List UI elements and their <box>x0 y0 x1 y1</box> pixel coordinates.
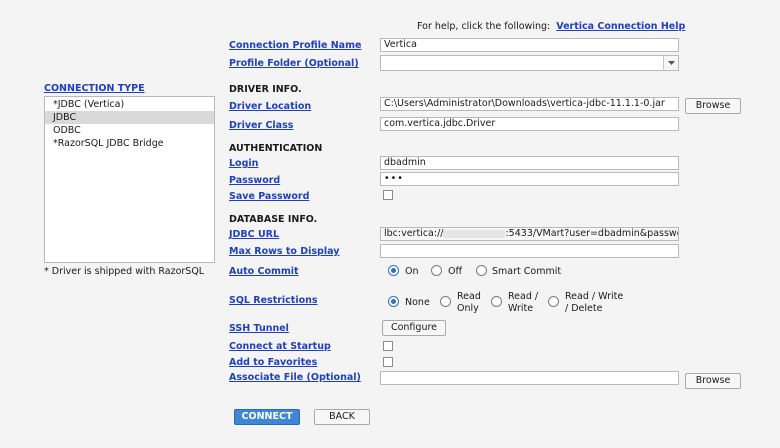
sql-restriction-read-only-radio[interactable] <box>440 296 451 307</box>
login-input[interactable]: dbadmin <box>380 156 679 170</box>
sql-restriction-none-label: None <box>405 297 430 308</box>
driver-footnote: * Driver is shipped with RazorSQL <box>44 266 205 277</box>
sql-restriction-read-only-line2: Only <box>457 303 479 314</box>
connect-startup-checkbox[interactable] <box>383 341 393 351</box>
sql-restriction-none-radio[interactable] <box>388 296 399 307</box>
chevron-down-icon <box>668 61 675 65</box>
auto-commit-label[interactable]: Auto Commit <box>229 266 299 277</box>
save-password-label[interactable]: Save Password <box>229 191 309 202</box>
max-rows-input[interactable] <box>380 244 679 258</box>
connect-button[interactable]: CONNECT <box>234 409 300 425</box>
connection-type-item[interactable]: JDBC <box>45 111 214 124</box>
sql-restriction-read-write-line2: Write <box>508 303 534 314</box>
profile-name-input[interactable]: Vertica <box>380 38 679 52</box>
database-info-heading: DATABASE INFO. <box>229 214 318 225</box>
connection-type-heading[interactable]: CONNECTION TYPE <box>44 83 145 94</box>
connect-startup-label[interactable]: Connect at Startup <box>229 341 331 352</box>
associate-browse-button[interactable]: Browse <box>685 373 741 389</box>
sql-restrictions-label[interactable]: SQL Restrictions <box>229 295 318 306</box>
sql-restriction-read-write-delete-radio[interactable] <box>548 296 559 307</box>
back-button[interactable]: BACK <box>314 409 370 425</box>
sql-restriction-read-write-radio[interactable] <box>491 296 502 307</box>
connection-type-item[interactable]: *JDBC (Vertica) <box>45 98 214 111</box>
driver-location-label[interactable]: Driver Location <box>229 101 311 112</box>
driver-class-input[interactable]: com.vertica.jdbc.Driver <box>380 117 679 131</box>
add-favorites-label[interactable]: Add to Favorites <box>229 357 317 368</box>
password-input[interactable]: ••• <box>380 172 679 186</box>
driver-class-label[interactable]: Driver Class <box>229 120 293 131</box>
driver-browse-button[interactable]: Browse <box>685 98 741 114</box>
auto-commit-smart-label: Smart Commit <box>492 266 562 277</box>
connection-type-list[interactable]: *JDBC (Vertica) JDBC ODBC *RazorSQL JDBC… <box>44 96 215 263</box>
connection-type-item[interactable]: ODBC <box>45 124 214 137</box>
password-label[interactable]: Password <box>229 175 280 186</box>
auto-commit-off-label: Off <box>448 266 463 277</box>
profile-name-label[interactable]: Connection Profile Name <box>229 40 361 51</box>
auto-commit-off-radio[interactable] <box>431 265 442 276</box>
sql-restriction-read-only-line1: Read <box>457 291 481 302</box>
jdbc-url-suffix: :5433/VMart?user=dbadmin&password= <box>505 228 678 239</box>
jdbc-url-input[interactable]: lbc:vertica:// :5433/VMart?user=dbadmin&p… <box>380 227 679 241</box>
authentication-heading: AUTHENTICATION <box>229 143 323 154</box>
auto-commit-on-label: On <box>405 266 419 277</box>
sql-restriction-rwd-line1: Read / Write <box>565 291 624 302</box>
redacted-host <box>443 229 506 238</box>
help-text: For help, click the following: Vertica C… <box>417 21 685 32</box>
sql-restriction-read-write-line1: Read / <box>508 291 539 302</box>
configure-button[interactable]: Configure <box>382 320 446 336</box>
jdbc-url-prefix: lbc:vertica:// <box>384 228 444 239</box>
driver-location-input[interactable]: C:\Users\Administrator\Downloads\vertica… <box>380 97 679 111</box>
sql-restriction-rwd-line2: / Delete <box>565 303 603 314</box>
profile-folder-label[interactable]: Profile Folder (Optional) <box>229 58 359 69</box>
driver-info-heading: DRIVER INFO. <box>229 84 302 95</box>
ssh-tunnel-label[interactable]: SSH Tunnel <box>229 323 289 334</box>
jdbc-url-label[interactable]: JDBC URL <box>229 229 279 240</box>
associate-file-label[interactable]: Associate File (Optional) <box>229 372 361 383</box>
add-favorites-checkbox[interactable] <box>383 357 393 367</box>
sql-restriction-read-write-label: Read / Write <box>508 291 538 315</box>
max-rows-label[interactable]: Max Rows to Display <box>229 246 339 257</box>
sql-restriction-read-only-label: Read Only <box>457 291 481 315</box>
save-password-checkbox[interactable] <box>383 190 393 200</box>
folder-dropdown-button[interactable] <box>663 56 678 70</box>
associate-file-input[interactable] <box>380 371 679 385</box>
auto-commit-smart-radio[interactable] <box>476 265 487 276</box>
auto-commit-on-radio[interactable] <box>388 265 399 276</box>
help-link[interactable]: Vertica Connection Help <box>556 21 685 32</box>
connection-type-item[interactable]: *RazorSQL JDBC Bridge <box>45 137 214 150</box>
sql-restriction-read-write-delete-label: Read / Write / Delete <box>565 291 623 315</box>
login-label[interactable]: Login <box>229 158 258 169</box>
profile-folder-select[interactable] <box>380 55 679 71</box>
help-prefix: For help, click the following: <box>417 21 551 32</box>
